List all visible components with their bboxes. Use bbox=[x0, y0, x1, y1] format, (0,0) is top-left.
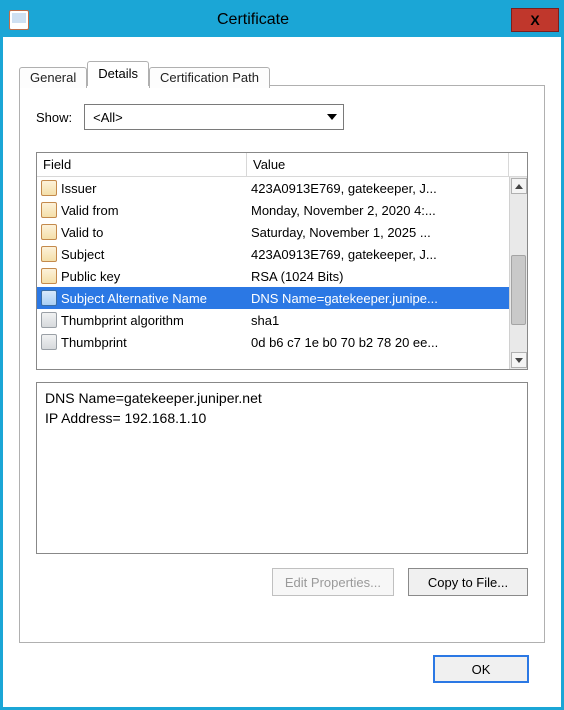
field-cell: Public key bbox=[37, 268, 247, 284]
field-cell: Valid to bbox=[37, 224, 247, 240]
fields-rows: Issuer 423A0913E769, gatekeeper, J... Vali… bbox=[37, 177, 509, 369]
field-label: Valid to bbox=[61, 225, 103, 240]
window-title: Certificate bbox=[35, 11, 511, 29]
value-cell: 423A0913E769, gatekeeper, J... bbox=[247, 181, 509, 196]
certificate-field-icon bbox=[41, 312, 57, 328]
field-label: Public key bbox=[61, 269, 120, 284]
chevron-down-icon bbox=[515, 358, 523, 363]
certificate-dialog: Certificate X General Details Certificat… bbox=[0, 0, 564, 710]
field-label: Thumbprint bbox=[61, 335, 127, 350]
column-header-field[interactable]: Field bbox=[37, 153, 247, 176]
value-cell: Monday, November 2, 2020 4:... bbox=[247, 203, 509, 218]
field-cell: Subject bbox=[37, 246, 247, 262]
show-label: Show: bbox=[36, 110, 72, 125]
value-cell: 423A0913E769, gatekeeper, J... bbox=[247, 247, 509, 262]
certificate-field-icon bbox=[41, 246, 57, 262]
value-cell: 0d b6 c7 1e b0 70 b2 78 20 ee... bbox=[247, 335, 509, 350]
show-row: Show: <All> bbox=[36, 104, 528, 130]
client-area: General Details Certification Path Show:… bbox=[3, 37, 561, 707]
fields-header: Field Value bbox=[37, 153, 527, 177]
show-dropdown[interactable]: <All> bbox=[84, 104, 344, 130]
certificate-field-icon bbox=[41, 180, 57, 196]
field-row[interactable]: Subject 423A0913E769, gatekeeper, J... bbox=[37, 243, 509, 265]
show-selected-value: <All> bbox=[93, 110, 123, 125]
fields-list: Field Value Issuer 423A0913E769, gatekeep… bbox=[36, 152, 528, 370]
tab-certification-path[interactable]: Certification Path bbox=[149, 67, 270, 88]
field-row[interactable]: Valid from Monday, November 2, 2020 4:... bbox=[37, 199, 509, 221]
field-label: Issuer bbox=[61, 181, 96, 196]
field-row[interactable]: Valid to Saturday, November 1, 2025 ... bbox=[37, 221, 509, 243]
tab-general[interactable]: General bbox=[19, 67, 87, 88]
vertical-scrollbar[interactable] bbox=[509, 177, 527, 369]
edit-properties-button: Edit Properties... bbox=[272, 568, 394, 596]
copy-to-file-button[interactable]: Copy to File... bbox=[408, 568, 528, 596]
close-icon: X bbox=[530, 12, 539, 28]
scroll-thumb[interactable] bbox=[511, 255, 526, 325]
field-row[interactable]: Thumbprint 0d b6 c7 1e b0 70 b2 78 20 ee.… bbox=[37, 331, 509, 353]
value-cell: sha1 bbox=[247, 313, 509, 328]
certificate-field-icon bbox=[41, 224, 57, 240]
value-cell: RSA (1024 Bits) bbox=[247, 269, 509, 284]
field-cell: Subject Alternative Name bbox=[37, 290, 247, 306]
close-button[interactable]: X bbox=[511, 8, 559, 32]
tabstrip: General Details Certification Path bbox=[19, 59, 545, 85]
field-label: Subject bbox=[61, 247, 104, 262]
value-cell: DNS Name=gatekeeper.junipe... bbox=[247, 291, 509, 306]
action-buttons: Edit Properties... Copy to File... bbox=[36, 568, 528, 596]
column-header-value[interactable]: Value bbox=[247, 153, 509, 176]
field-row[interactable]: Thumbprint algorithm sha1 bbox=[37, 309, 509, 331]
field-label: Thumbprint algorithm bbox=[61, 313, 184, 328]
certificate-field-icon bbox=[41, 334, 57, 350]
fields-body: Issuer 423A0913E769, gatekeeper, J... Vali… bbox=[37, 177, 527, 369]
field-row[interactable]: Public key RSA (1024 Bits) bbox=[37, 265, 509, 287]
tab-panel-details: Show: <All> Field Value Issuer 423A0913E7… bbox=[19, 85, 545, 643]
app-icon bbox=[9, 10, 29, 30]
titlebar: Certificate X bbox=[3, 3, 561, 37]
chevron-up-icon bbox=[515, 184, 523, 189]
certificate-field-icon bbox=[41, 268, 57, 284]
scroll-down-button[interactable] bbox=[511, 352, 527, 368]
field-label: Valid from bbox=[61, 203, 119, 218]
column-header-scroll-spacer bbox=[509, 153, 527, 176]
field-row[interactable]: Subject Alternative Name DNS Name=gatekee… bbox=[37, 287, 509, 309]
value-cell: Saturday, November 1, 2025 ... bbox=[247, 225, 509, 240]
scroll-up-button[interactable] bbox=[511, 178, 527, 194]
tab-details[interactable]: Details bbox=[87, 61, 149, 86]
field-label: Subject Alternative Name bbox=[61, 291, 207, 306]
field-cell: Thumbprint algorithm bbox=[37, 312, 247, 328]
field-detail-pane[interactable]: DNS Name=gatekeeper.juniper.net IP Addre… bbox=[36, 382, 528, 554]
chevron-down-icon bbox=[327, 114, 337, 120]
ok-button[interactable]: OK bbox=[433, 655, 529, 683]
scroll-track[interactable] bbox=[510, 195, 527, 351]
certificate-field-icon bbox=[41, 290, 57, 306]
field-cell: Issuer bbox=[37, 180, 247, 196]
field-row[interactable]: Issuer 423A0913E769, gatekeeper, J... bbox=[37, 177, 509, 199]
field-cell: Thumbprint bbox=[37, 334, 247, 350]
certificate-field-icon bbox=[41, 202, 57, 218]
field-cell: Valid from bbox=[37, 202, 247, 218]
dialog-bottom-bar: OK bbox=[19, 643, 545, 693]
